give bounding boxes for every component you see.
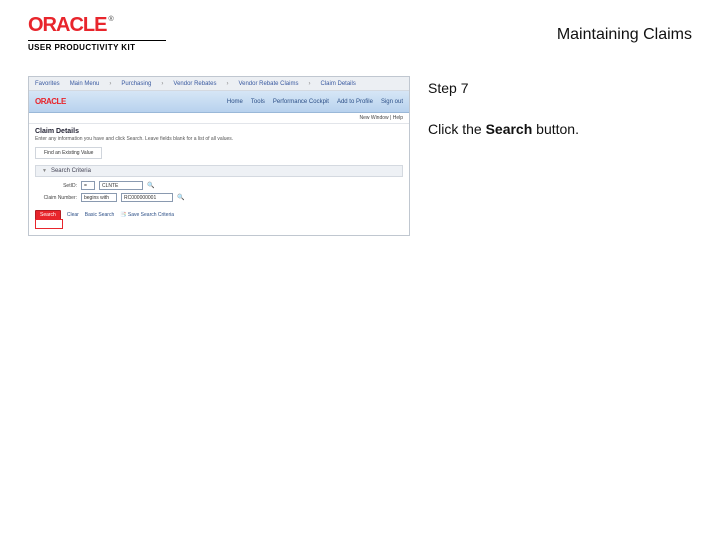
subbar: New Window | Help [29, 113, 409, 124]
oracle-logo-tm: ® [108, 16, 113, 23]
brand-block: ORACLE ® USER PRODUCTIVITY KIT [28, 14, 166, 52]
setid-operator[interactable]: = [81, 181, 95, 190]
step-label: Step 7 [428, 80, 692, 96]
claim-input[interactable]: RC000000001 [121, 193, 173, 202]
chevron-right-icon: › [226, 81, 228, 87]
direction-bold: Search [486, 121, 533, 137]
button-row: Search Clear Basic Search 📑 Save Search … [29, 206, 409, 224]
instruction-text: Click the Search button. [428, 120, 692, 140]
chevron-down-icon: ▼ [42, 168, 47, 174]
breadcrumb-item: Vendor Rebates [173, 81, 216, 87]
direction-suffix: button. [532, 121, 579, 137]
body: Favorites Main Menu › Purchasing › Vendo… [0, 58, 720, 236]
tab-tools[interactable]: Tools [251, 99, 265, 105]
lookup-icon[interactable]: 🔍 [147, 182, 154, 189]
brand-subtitle: USER PRODUCTIVITY KIT [28, 43, 166, 52]
search-button[interactable]: Search [35, 210, 61, 220]
form-row: SetID: = CLNTE 🔍 [35, 181, 403, 190]
instruction-panel: Step 7 Click the Search button. [428, 76, 692, 140]
basic-search-link[interactable]: Basic Search [85, 212, 114, 218]
tab-performance[interactable]: Performance Cockpit [273, 99, 329, 105]
claim-operator[interactable]: begins with [81, 193, 117, 202]
search-criteria-header[interactable]: ▼ Search Criteria [35, 165, 403, 177]
tab-signout[interactable]: Sign out [381, 99, 403, 105]
app-screenshot: Favorites Main Menu › Purchasing › Vendo… [28, 76, 410, 236]
page-title: Maintaining Claims [557, 26, 692, 44]
tab-existing-value[interactable]: Find an Existing Value [35, 147, 102, 159]
breadcrumb-item: Vendor Rebate Claims [238, 81, 298, 87]
oracle-logo: ORACLE ® [28, 14, 166, 37]
chevron-right-icon: › [109, 81, 111, 87]
app-tabs: Home Tools Performance Cockpit Add to Pr… [227, 99, 403, 105]
search-criteria-label: Search Criteria [51, 168, 91, 174]
oracle-logo-text: ORACLE [28, 14, 106, 37]
setid-label: SetID: [35, 183, 77, 189]
breadcrumb-item: Favorites [35, 81, 60, 87]
chevron-right-icon: › [308, 81, 310, 87]
section-title: Claim Details [29, 124, 409, 136]
tab-addprofile[interactable]: Add to Profile [337, 99, 373, 105]
breadcrumb-item: Claim Details [320, 81, 355, 87]
lookup-icon[interactable]: 🔍 [177, 194, 184, 201]
breadcrumb-item: Purchasing [121, 81, 151, 87]
breadcrumb: Favorites Main Menu › Purchasing › Vendo… [29, 77, 409, 91]
app-header: ORACLE Home Tools Performance Cockpit Ad… [29, 91, 409, 113]
slide: ORACLE ® USER PRODUCTIVITY KIT Maintaini… [0, 0, 720, 540]
section-subtitle: Enter any information you have and click… [29, 136, 409, 145]
save-search-link[interactable]: 📑 Save Search Criteria [120, 212, 174, 218]
oracle-mini-logo: ORACLE [35, 97, 66, 106]
tab-home[interactable]: Home [227, 99, 243, 105]
form-row: Claim Number: begins with RC000000001 🔍 [35, 193, 403, 202]
clear-button[interactable]: Clear [67, 212, 79, 218]
breadcrumb-item: Main Menu [70, 81, 100, 87]
header: ORACLE ® USER PRODUCTIVITY KIT Maintaini… [0, 0, 720, 58]
setid-input[interactable]: CLNTE [99, 181, 143, 190]
logo-divider [28, 40, 166, 41]
search-form: SetID: = CLNTE 🔍 Claim Number: begins wi… [29, 177, 409, 206]
direction-prefix: Click the [428, 121, 486, 137]
claim-label: Claim Number: [35, 195, 77, 201]
chevron-right-icon: › [161, 81, 163, 87]
